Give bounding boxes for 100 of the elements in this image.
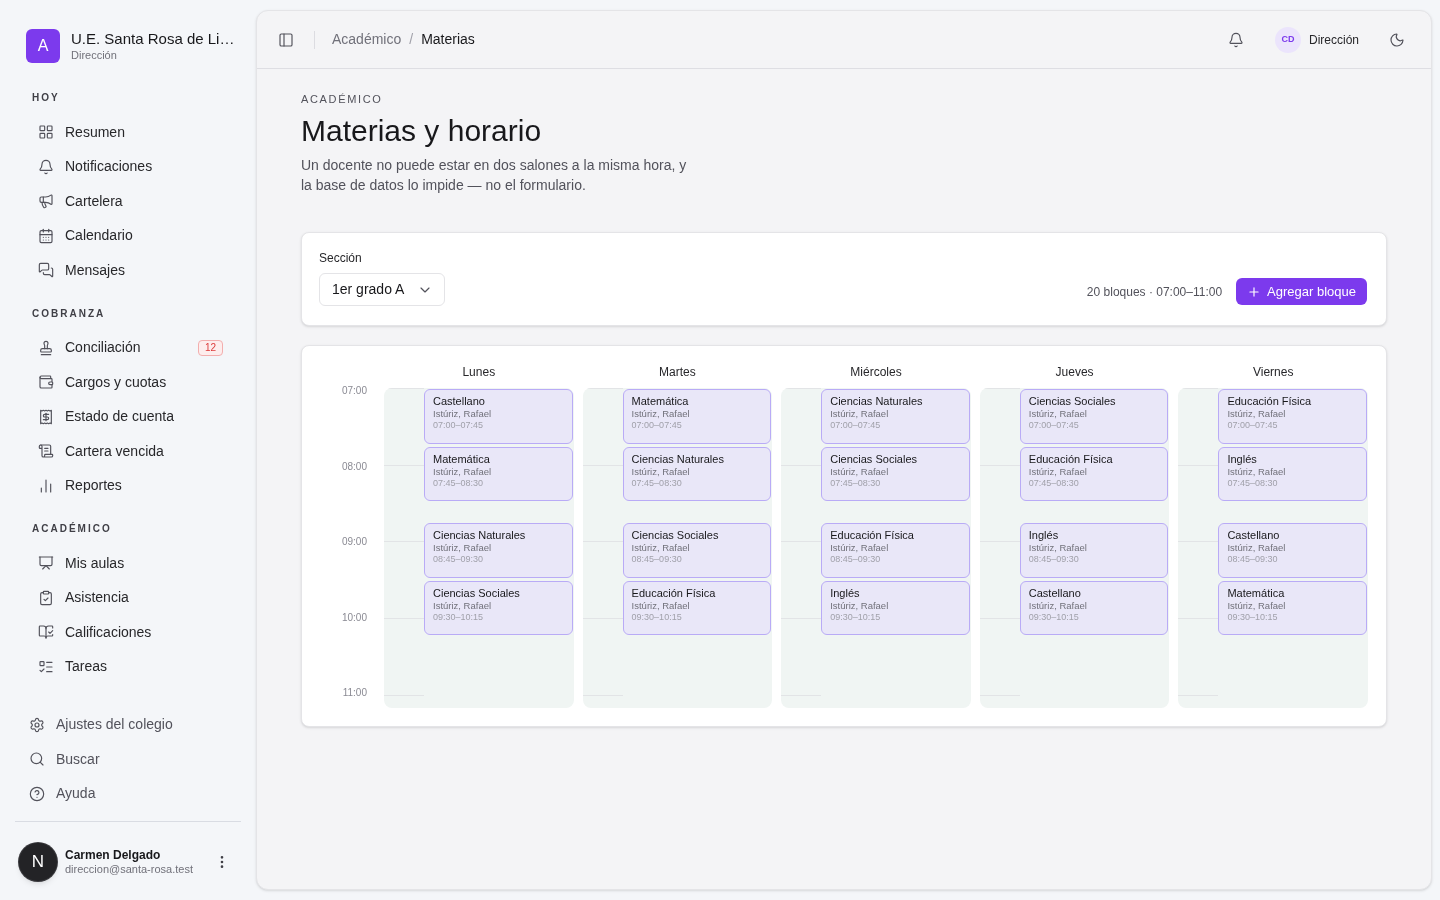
teacher-name: Istúriz, Rafael bbox=[433, 599, 493, 612]
time-range: 07:00–07:45 bbox=[1028, 420, 1080, 431]
day-header: Jueves bbox=[1055, 364, 1094, 381]
schedule-block[interactable]: Inglés Istúriz, Rafael 09:30–10:15 bbox=[821, 580, 970, 635]
schedule-block[interactable]: Ciencias Sociales Istúriz, Rafael 09:30–10:15 bbox=[424, 580, 573, 635]
section-title: ACADÉMICO bbox=[31, 521, 113, 536]
section-select[interactable]: 1er grado A bbox=[319, 273, 445, 306]
subject-name: Ciencias Naturales bbox=[830, 394, 924, 408]
initials-avatar: CD bbox=[1275, 26, 1301, 53]
presentation-board-icon bbox=[38, 555, 54, 572]
subject-name: Educación Física bbox=[1227, 394, 1313, 408]
schedule-block[interactable]: Ciencias Naturales Istúriz, Rafael 08:45–09:30 bbox=[424, 523, 573, 578]
schedule-block[interactable]: Ciencias Sociales Istúriz, Rafael 08:45–09:30 bbox=[622, 523, 772, 578]
nav-item[interactable]: Cartera vencida bbox=[26, 434, 230, 469]
time-label: 10:00 bbox=[341, 610, 367, 625]
time-range: 09:30–10:15 bbox=[1227, 611, 1279, 623]
time-range: 07:45–08:30 bbox=[830, 477, 882, 489]
nav-item[interactable]: Mensajes bbox=[26, 253, 230, 288]
time-range: 09:30–10:15 bbox=[433, 611, 485, 623]
breadcrumb-link[interactable]: Académico bbox=[332, 29, 402, 50]
clipboard-check-icon bbox=[38, 589, 54, 606]
nav-item[interactable]: Buscar bbox=[26, 742, 230, 777]
subject-name: Matemática bbox=[631, 394, 690, 408]
schedule-block[interactable]: Ciencias Sociales Istúriz, Rafael 07:45–08:30 bbox=[821, 446, 970, 501]
time-label: 09:00 bbox=[341, 535, 367, 549]
teacher-name: Istúriz, Rafael bbox=[433, 408, 493, 420]
time-range: 07:00–07:45 bbox=[830, 420, 882, 431]
day-header: Martes bbox=[659, 364, 696, 381]
time-range: 07:00–07:45 bbox=[631, 420, 683, 431]
subject-name: Matemática bbox=[433, 451, 491, 466]
subject-name: Castellano bbox=[1028, 585, 1082, 600]
time-range: 08:45–09:30 bbox=[631, 554, 683, 565]
time-range: 09:30–10:15 bbox=[1028, 611, 1080, 623]
nav-item[interactable]: Cargos y cuotas bbox=[26, 365, 230, 400]
nav-item[interactable]: Notificaciones bbox=[26, 149, 230, 184]
subject-name: Educación Física bbox=[631, 585, 717, 600]
schedule-block[interactable]: Matemática Istúriz, Rafael 07:45–08:30 bbox=[424, 446, 573, 501]
subject-name: Inglés bbox=[830, 585, 861, 600]
schedule-block[interactable]: Ciencias Naturales Istúriz, Rafael 07:00–07:45 bbox=[821, 389, 970, 444]
teacher-name: Istúriz, Rafael bbox=[433, 465, 493, 478]
day-header: Viernes bbox=[1252, 364, 1294, 381]
user-email: direccion@santa-rosa.test bbox=[65, 862, 193, 876]
sidebar-panel-icon bbox=[278, 31, 294, 48]
nav-item[interactable]: Calendario bbox=[26, 218, 230, 253]
time-range: 09:30–10:15 bbox=[830, 611, 882, 623]
nav-item[interactable]: Ajustes del colegio bbox=[26, 707, 230, 742]
subject-name: Educación Física bbox=[1028, 451, 1114, 466]
nav-item[interactable]: Reportes bbox=[26, 468, 230, 503]
avatar: N bbox=[19, 843, 57, 881]
schedule-block[interactable]: Matemática Istúriz, Rafael 07:00–07:45 bbox=[622, 389, 772, 444]
nav-item[interactable]: Estado de cuenta bbox=[26, 399, 230, 434]
section-title: HOY bbox=[31, 91, 61, 105]
page-title: Materias y horario bbox=[301, 113, 543, 149]
stamp-icon bbox=[38, 339, 54, 356]
teacher-name: Istúriz, Rafael bbox=[830, 465, 890, 478]
nav-item[interactable]: Asistencia bbox=[26, 580, 230, 615]
page-description: Un docente no puede estar en dos salones a la misma hora, y la base de datos lo impide — no el formulario. bbox=[301, 156, 688, 195]
grid-icon bbox=[38, 124, 54, 141]
time-range: 08:45–09:30 bbox=[1028, 554, 1080, 565]
schedule-block[interactable]: Matemática Istúriz, Rafael 09:30–10:15 bbox=[1218, 580, 1367, 635]
schedule-block[interactable]: Inglés Istúriz, Rafael 08:45–09:30 bbox=[1019, 523, 1169, 578]
user-name: Carmen Delgado bbox=[65, 848, 162, 862]
help-icon bbox=[29, 785, 45, 802]
schedule-block[interactable]: Castellano Istúriz, Rafael 09:30–10:15 bbox=[1019, 580, 1169, 635]
moon-icon bbox=[1389, 31, 1405, 48]
nav-item[interactable]: Mis aulas bbox=[26, 546, 230, 581]
nav-item[interactable]: Calificaciones bbox=[26, 615, 230, 650]
add-block-button[interactable]: Agregar bloque bbox=[1236, 278, 1367, 305]
day-header: Lunes bbox=[462, 364, 496, 381]
schedule-block[interactable]: Ciencias Naturales Istúriz, Rafael 07:45–08:30 bbox=[622, 446, 772, 501]
teacher-name: Istúriz, Rafael bbox=[1227, 408, 1287, 420]
teacher-name: Istúriz, Rafael bbox=[1227, 465, 1287, 478]
teacher-name: Istúriz, Rafael bbox=[1227, 599, 1287, 612]
schedule-block[interactable]: Castellano Istúriz, Rafael 08:45–09:30 bbox=[1218, 523, 1367, 578]
nav-item[interactable]: Tareas bbox=[26, 649, 230, 684]
school-name: U.E. Santa Rosa de Li… bbox=[71, 30, 235, 48]
subject-name: Ciencias Sociales bbox=[830, 451, 918, 466]
nav-item[interactable]: Ayuda bbox=[26, 776, 230, 811]
time-label: 08:00 bbox=[341, 459, 367, 474]
breadcrumb-separator: / bbox=[409, 30, 414, 49]
schedule-block[interactable]: Castellano Istúriz, Rafael 07:00–07:45 bbox=[424, 389, 573, 444]
teacher-name: Istúriz, Rafael bbox=[631, 542, 691, 554]
schedule-block[interactable]: Inglés Istúriz, Rafael 07:45–08:30 bbox=[1218, 446, 1367, 501]
time-range: 07:45–08:30 bbox=[1227, 477, 1279, 489]
time-range: 08:45–09:30 bbox=[1227, 554, 1279, 565]
nav-item[interactable]: Conciliación 12 bbox=[26, 330, 230, 365]
schedule-block[interactable]: Educación Física Istúriz, Rafael 07:45–08:30 bbox=[1019, 446, 1169, 501]
teacher-name: Istúriz, Rafael bbox=[631, 408, 691, 420]
bar-chart-icon bbox=[38, 477, 54, 494]
schedule-block[interactable]: Ciencias Sociales Istúriz, Rafael 07:00–07:45 bbox=[1019, 389, 1169, 444]
wallet-icon bbox=[38, 374, 54, 391]
nav-item[interactable]: Resumen bbox=[26, 115, 230, 150]
subject-name: Castellano bbox=[433, 394, 486, 408]
schedule-block[interactable]: Educación Física Istúriz, Rafael 08:45–09:30 bbox=[821, 523, 970, 578]
nav-item[interactable]: Cartelera bbox=[26, 184, 230, 219]
time-label: 07:00 bbox=[341, 384, 367, 398]
schedule-block[interactable]: Educación Física Istúriz, Rafael 07:00–07:45 bbox=[1218, 389, 1367, 444]
schedule-block[interactable]: Educación Física Istúriz, Rafael 09:30–10:15 bbox=[622, 580, 772, 635]
subject-name: Ciencias Sociales bbox=[1028, 394, 1117, 408]
time-range: 07:45–08:30 bbox=[1028, 477, 1080, 489]
